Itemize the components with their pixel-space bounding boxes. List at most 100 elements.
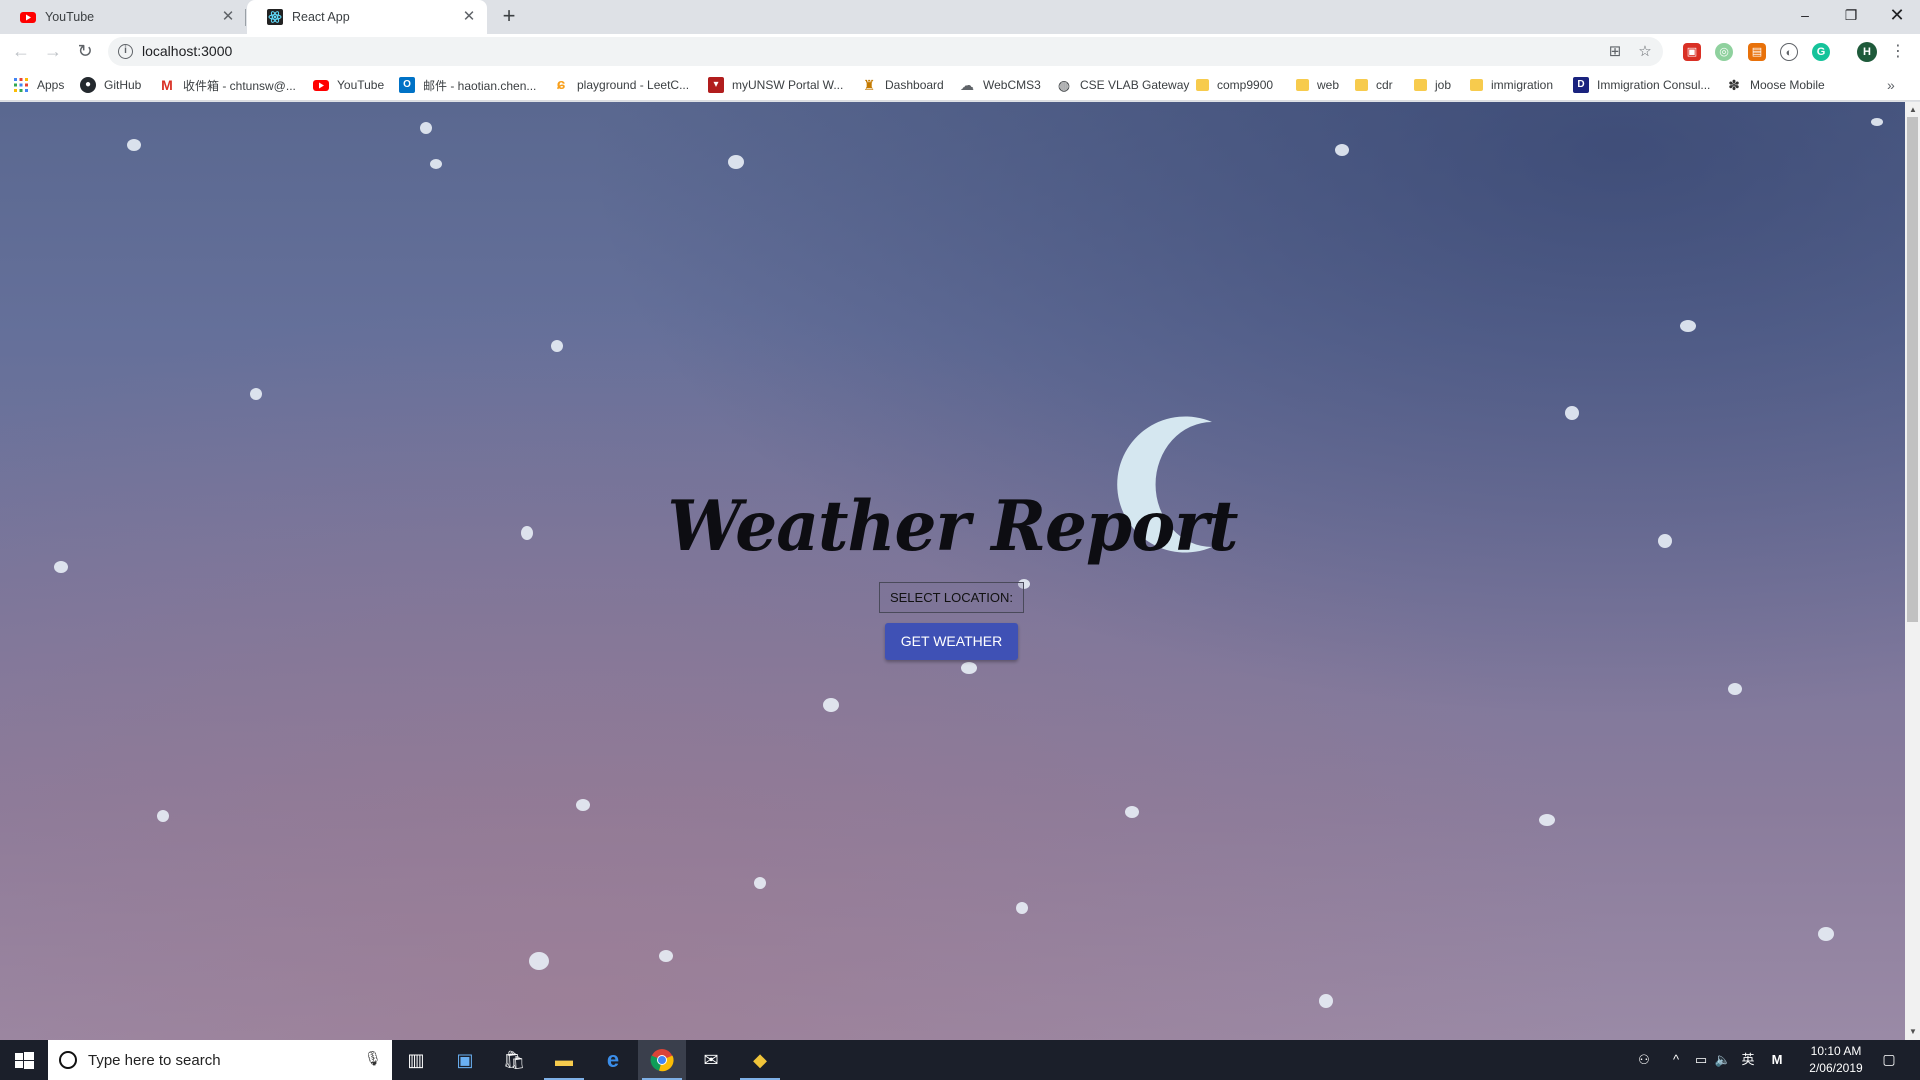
chrome-icon[interactable] [638, 1040, 686, 1080]
bookmark-folder-job[interactable]: job [1414, 75, 1451, 95]
leetcode-icon: ɕ [556, 76, 566, 93]
extension-icon[interactable]: ▣ [1683, 43, 1701, 61]
windows-logo-icon [15, 1052, 34, 1069]
start-button[interactable] [0, 1040, 48, 1080]
bookmark-moose-mobile[interactable]: ✽ Moose Mobile [1726, 75, 1825, 95]
bookmark-label: 邮件 - haotian.chen... [423, 78, 537, 93]
bookmark-label: Immigration Consul... [1597, 78, 1711, 92]
bookmark-outlook[interactable]: O 邮件 - haotian.chen... [399, 75, 536, 95]
task-view-icon[interactable]: ▥ [392, 1040, 440, 1080]
webcms-icon: ☁ [960, 77, 974, 93]
bookmark-webcms3[interactable]: ☁ WebCMS3 [959, 75, 1041, 95]
bookmark-label: YouTube [337, 78, 385, 92]
star-icon[interactable]: ☆ [1635, 42, 1655, 62]
globe-icon: ◍ [1057, 77, 1071, 93]
extension-off-icon[interactable]: ▤ [1748, 43, 1766, 61]
extension-icon[interactable]: ◐ [1780, 43, 1798, 61]
bookmark-label: cdr [1376, 78, 1393, 92]
gmail-icon: M [161, 77, 173, 93]
starry-sky-background [54, 118, 1883, 1008]
youtube-icon [20, 9, 36, 25]
cortana-icon [59, 1051, 77, 1069]
network-icon[interactable]: ▭ [1692, 1040, 1710, 1080]
folder-icon [1296, 79, 1309, 91]
bookmark-folder-immigration[interactable]: immigration [1470, 75, 1553, 95]
bookmark-folder-cdr[interactable]: cdr [1355, 75, 1393, 95]
bookmark-folder-web[interactable]: web [1296, 75, 1339, 95]
immigration-icon: D [1573, 77, 1589, 93]
bookmark-folder-comp9900[interactable]: comp9900 [1196, 75, 1273, 95]
bookmark-youtube[interactable]: YouTube [313, 75, 384, 95]
bookmark-dashboard[interactable]: ♜ Dashboard [861, 75, 944, 95]
tab-youtube[interactable]: YouTube ✕ [0, 0, 246, 34]
bookmark-immigration-consul[interactable]: D Immigration Consul... [1573, 75, 1710, 95]
browser-toolbar: ← → ↻ i localhost:3000 ⊞ ☆ ▣ ◎ ▤ ◐ G H ⋮ [0, 34, 1920, 69]
bookmark-label: Apps [37, 78, 65, 92]
profile-avatar[interactable]: H [1857, 42, 1877, 62]
select-location-dropdown[interactable]: SELECT LOCATION: [879, 582, 1024, 613]
close-tab-icon[interactable]: ✕ [461, 9, 477, 25]
reload-button[interactable]: ↻ [73, 39, 97, 63]
people-icon[interactable]: ⚇ [1634, 1040, 1654, 1080]
bookmark-apps[interactable]: Apps [13, 75, 64, 95]
bookmarks-overflow-button[interactable]: » [1887, 75, 1895, 95]
page-scrollbar[interactable]: ▲ ▼ [1905, 102, 1920, 1040]
store-icon[interactable]: 🛍 [490, 1040, 538, 1080]
page-viewport: Weather Report SELECT LOCATION: GET WEAT… [0, 102, 1905, 1040]
extension-icon[interactable]: ◎ [1715, 43, 1733, 61]
close-tab-icon[interactable]: ✕ [220, 9, 236, 25]
bookmark-label: Dashboard [885, 78, 944, 92]
folder-icon [1470, 79, 1483, 91]
forward-button[interactable]: → [41, 39, 65, 63]
bookmarks-bar: Apps ● GitHub M 收件箱 - chtunsw@... YouTub… [0, 69, 1920, 101]
clock-date: 2/06/2019 [1809, 1061, 1863, 1075]
tab-title: YouTube [45, 10, 95, 24]
windows-taskbar: Type here to search 🎙 ▥ ▣ 🛍 ▬ e ✉ ◆ ⚇ ^ … [0, 1040, 1920, 1080]
folder-icon[interactable]: ▬ [540, 1040, 588, 1080]
bookmark-label: GitHub [104, 78, 142, 92]
tab-strip: YouTube ✕ React App ✕ + – ❐ ✕ [0, 0, 1920, 34]
bookmark-github[interactable]: ● GitHub [80, 75, 141, 95]
taskbar-search[interactable]: Type here to search 🎙 [48, 1040, 392, 1080]
scrollbar-thumb[interactable] [1907, 117, 1918, 622]
microphone-icon[interactable]: 🎙 [364, 1050, 382, 1067]
clock-time: 10:10 AM [1810, 1044, 1862, 1058]
youtube-icon [313, 77, 329, 93]
ime-indicator[interactable]: 英 [1738, 1040, 1758, 1080]
edge-icon[interactable]: e [589, 1040, 637, 1080]
restore-button[interactable]: ❐ [1828, 0, 1874, 30]
minimize-button[interactable]: – [1782, 0, 1828, 30]
bookmark-cse-vlab[interactable]: ◍ CSE VLAB Gateway [1056, 75, 1190, 95]
tab-react-app[interactable]: React App ✕ [247, 0, 487, 34]
bookmark-label: 收件箱 - chtunsw@... [183, 78, 296, 93]
get-weather-button[interactable]: GET WEATHER [885, 623, 1018, 660]
new-tab-button[interactable]: + [498, 5, 520, 28]
volume-icon[interactable]: 🔈 [1714, 1040, 1732, 1080]
menu-dots-icon[interactable]: ⋮ [1890, 40, 1906, 64]
bookmark-label: myUNSW Portal W... [732, 78, 844, 92]
bookmark-gmail[interactable]: M 收件箱 - chtunsw@... [159, 75, 296, 95]
bookmark-label: WebCMS3 [983, 78, 1041, 92]
ime-mode-icon[interactable]: M [1767, 1040, 1787, 1080]
bookmark-myunsw[interactable]: ▾ myUNSW Portal W... [708, 75, 843, 95]
github-icon: ● [80, 77, 96, 93]
file-explorer-icon[interactable]: ▣ [441, 1040, 489, 1080]
scroll-down-icon[interactable]: ▼ [1909, 1027, 1917, 1036]
unsw-icon: ▾ [708, 77, 724, 93]
grammarly-icon[interactable]: G [1812, 43, 1830, 61]
address-bar[interactable]: i localhost:3000 ⊞ ☆ [108, 37, 1663, 66]
taskbar-clock[interactable]: 10:10 AM 2/06/2019 [1800, 1043, 1872, 1077]
notifications-icon[interactable]: ▢ [1878, 1048, 1900, 1070]
bookmark-leetcode[interactable]: ɕ playground - LeetC... [553, 75, 689, 95]
mail-icon[interactable]: ✉ [687, 1040, 735, 1080]
bookmark-label: comp9900 [1217, 78, 1274, 92]
chevron-up-icon[interactable]: ^ [1668, 1040, 1684, 1080]
translate-icon[interactable]: ⊞ [1605, 42, 1625, 62]
back-button[interactable]: ← [9, 39, 33, 63]
folder-icon [1414, 79, 1427, 91]
info-icon[interactable]: i [118, 44, 133, 59]
scroll-up-icon[interactable]: ▲ [1909, 105, 1917, 114]
outlook-icon: O [399, 77, 415, 93]
git-icon[interactable]: ◆ [736, 1040, 784, 1080]
close-window-button[interactable]: ✕ [1874, 0, 1920, 30]
